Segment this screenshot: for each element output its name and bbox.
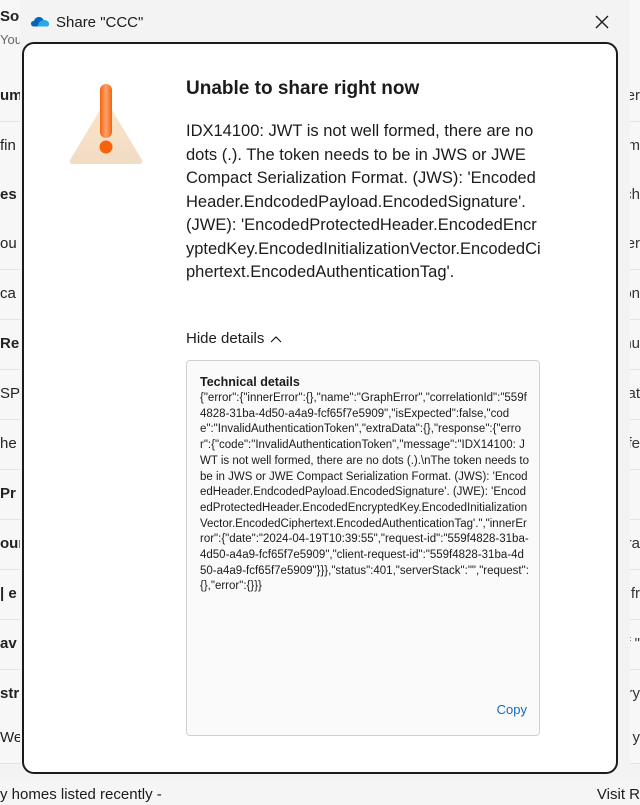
error-dialog: Unable to share right now IDX14100: JWT … <box>22 42 618 774</box>
close-icon <box>595 15 609 29</box>
hide-details-label: Hide details <box>186 330 265 347</box>
background-row-left-text: str <box>0 685 20 702</box>
chevron-up-icon <box>270 336 282 343</box>
window-title: Share "CCC" <box>56 14 144 31</box>
background-bottom-left: y homes listed recently - <box>0 786 162 803</box>
dialog-heading: Unable to share right now <box>186 78 420 99</box>
background-row-left-text: Re <box>0 335 20 352</box>
share-window: Share "CCC" Unable to share right now ID… <box>20 0 630 780</box>
background-row-left-text: fin <box>0 137 16 154</box>
technical-details-title: Technical details <box>200 375 300 389</box>
copy-button[interactable]: Copy <box>497 702 527 717</box>
error-message: IDX14100: JWT is not well formed, there … <box>186 122 541 281</box>
warning-icon <box>69 84 143 164</box>
hide-details-toggle[interactable]: Hide details <box>186 330 282 347</box>
background-row-right-text: fr <box>630 585 640 602</box>
background-row-left-text: | e <box>0 585 17 602</box>
background-row-left-text: he <box>0 435 17 452</box>
close-button[interactable] <box>586 6 618 38</box>
background-bottom-row: y homes listed recently - Visit R <box>0 780 640 805</box>
background-row-left-text: ca <box>0 285 16 302</box>
background-row-left-text: Pr <box>0 485 16 502</box>
background-row-left-text: So <box>0 8 20 25</box>
background-bottom-right: Visit R <box>596 786 640 803</box>
onedrive-cloud-icon <box>31 17 49 27</box>
background-row-left-text: es <box>0 186 17 203</box>
background-row-left-text: av <box>0 635 17 652</box>
title-bar: Share "CCC" <box>20 0 630 44</box>
technical-details-box: Technical details {"error":{"innerError"… <box>186 360 540 736</box>
background-row-left-text: You <box>0 32 22 47</box>
technical-details-text: {"error":{"innerError":{},"name":"GraphE… <box>200 392 533 593</box>
